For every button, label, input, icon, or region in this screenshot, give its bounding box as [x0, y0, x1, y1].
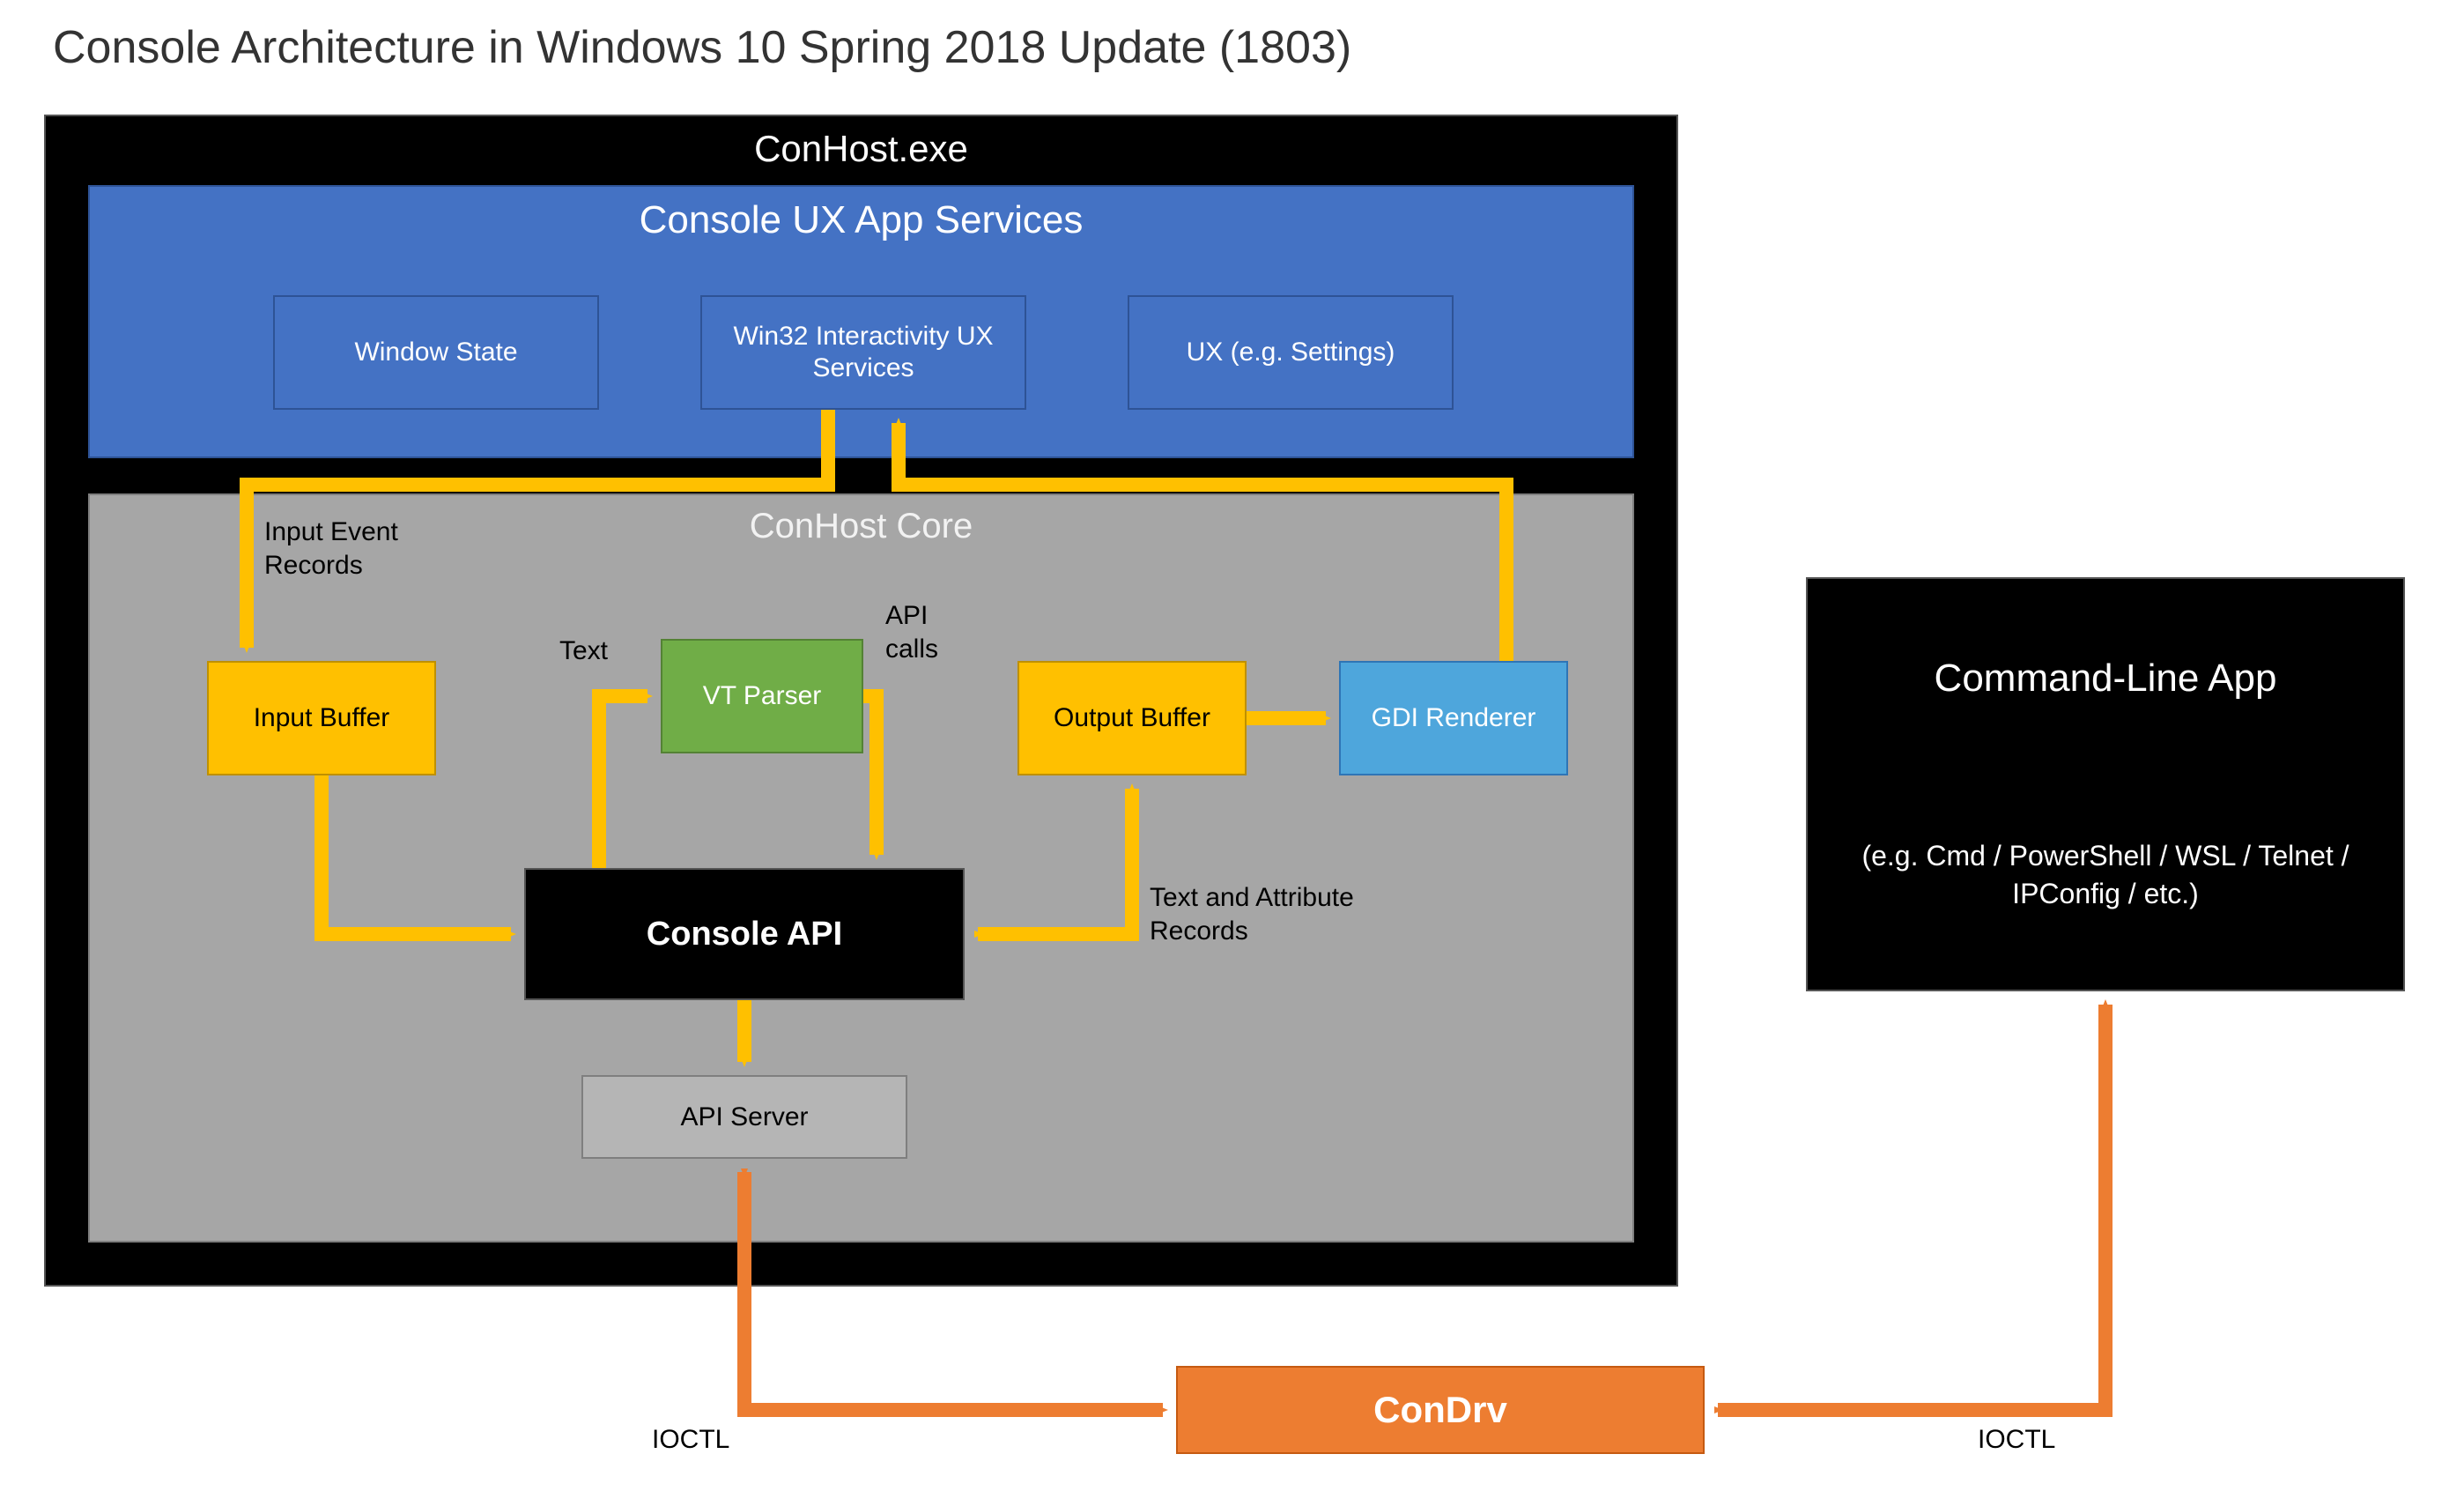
window-state-box: Window State	[273, 295, 599, 410]
condrv-box: ConDrv	[1176, 1366, 1705, 1454]
commandline-app-box	[1806, 577, 2405, 991]
diagram-title: Console Architecture in Windows 10 Sprin…	[53, 19, 1351, 77]
conhost-exe-title: ConHost.exe	[44, 128, 1678, 170]
vt-parser-box: VT Parser	[661, 639, 863, 753]
label-ioctl-right: IOCTL	[1978, 1423, 2055, 1457]
gdi-renderer-box: GDI Renderer	[1339, 661, 1568, 775]
label-text-attr-records: Text and Attribute Records	[1150, 881, 1432, 947]
label-ioctl-left: IOCTL	[652, 1423, 729, 1457]
ux-services-title: Console UX App Services	[88, 198, 1634, 242]
label-api-calls: API calls	[885, 599, 965, 665]
commandline-app-subtitle: (e.g. Cmd / PowerShell / WSL / Telnet / …	[1828, 837, 2383, 913]
label-text: Text	[559, 634, 608, 668]
input-buffer-box: Input Buffer	[207, 661, 436, 775]
api-server-box: API Server	[581, 1075, 907, 1159]
win32-interactivity-box: Win32 Interactivity UX Services	[700, 295, 1026, 410]
label-input-event-records: Input Event Records	[264, 516, 476, 582]
commandline-app-title: Command-Line App	[1806, 657, 2405, 701]
console-api-box: Console API	[524, 868, 965, 1000]
output-buffer-box: Output Buffer	[1017, 661, 1247, 775]
ux-settings-box: UX (e.g. Settings)	[1128, 295, 1454, 410]
